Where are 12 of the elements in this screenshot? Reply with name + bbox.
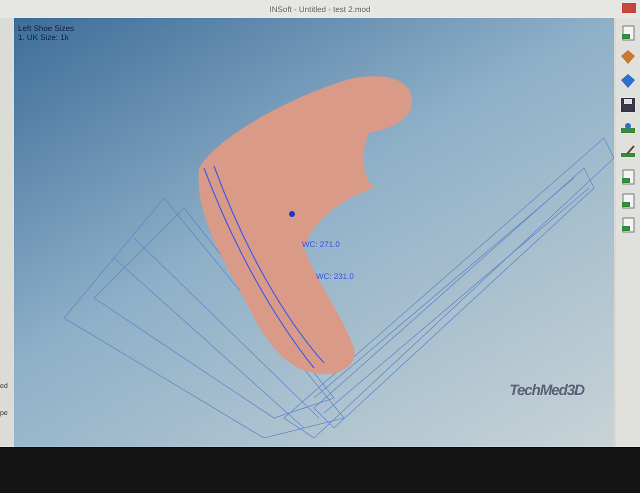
document-icon[interactable] bbox=[619, 192, 637, 210]
save-icon[interactable] bbox=[619, 96, 637, 114]
info-text: Left Shoe Sizes bbox=[18, 24, 74, 33]
info-text: 1. UK Size: 1k bbox=[18, 33, 70, 42]
logo: TechMed3D bbox=[509, 382, 584, 399]
document-icon[interactable] bbox=[619, 216, 637, 234]
document-icon[interactable] bbox=[619, 168, 637, 186]
cube-icon[interactable] bbox=[619, 48, 637, 66]
cube-icon[interactable] bbox=[619, 72, 637, 90]
measurement-label: WC: 231.0 bbox=[316, 272, 354, 281]
document-icon[interactable] bbox=[619, 24, 637, 42]
window-title: INSoft - Untitled - test 2.mod bbox=[270, 4, 370, 14]
